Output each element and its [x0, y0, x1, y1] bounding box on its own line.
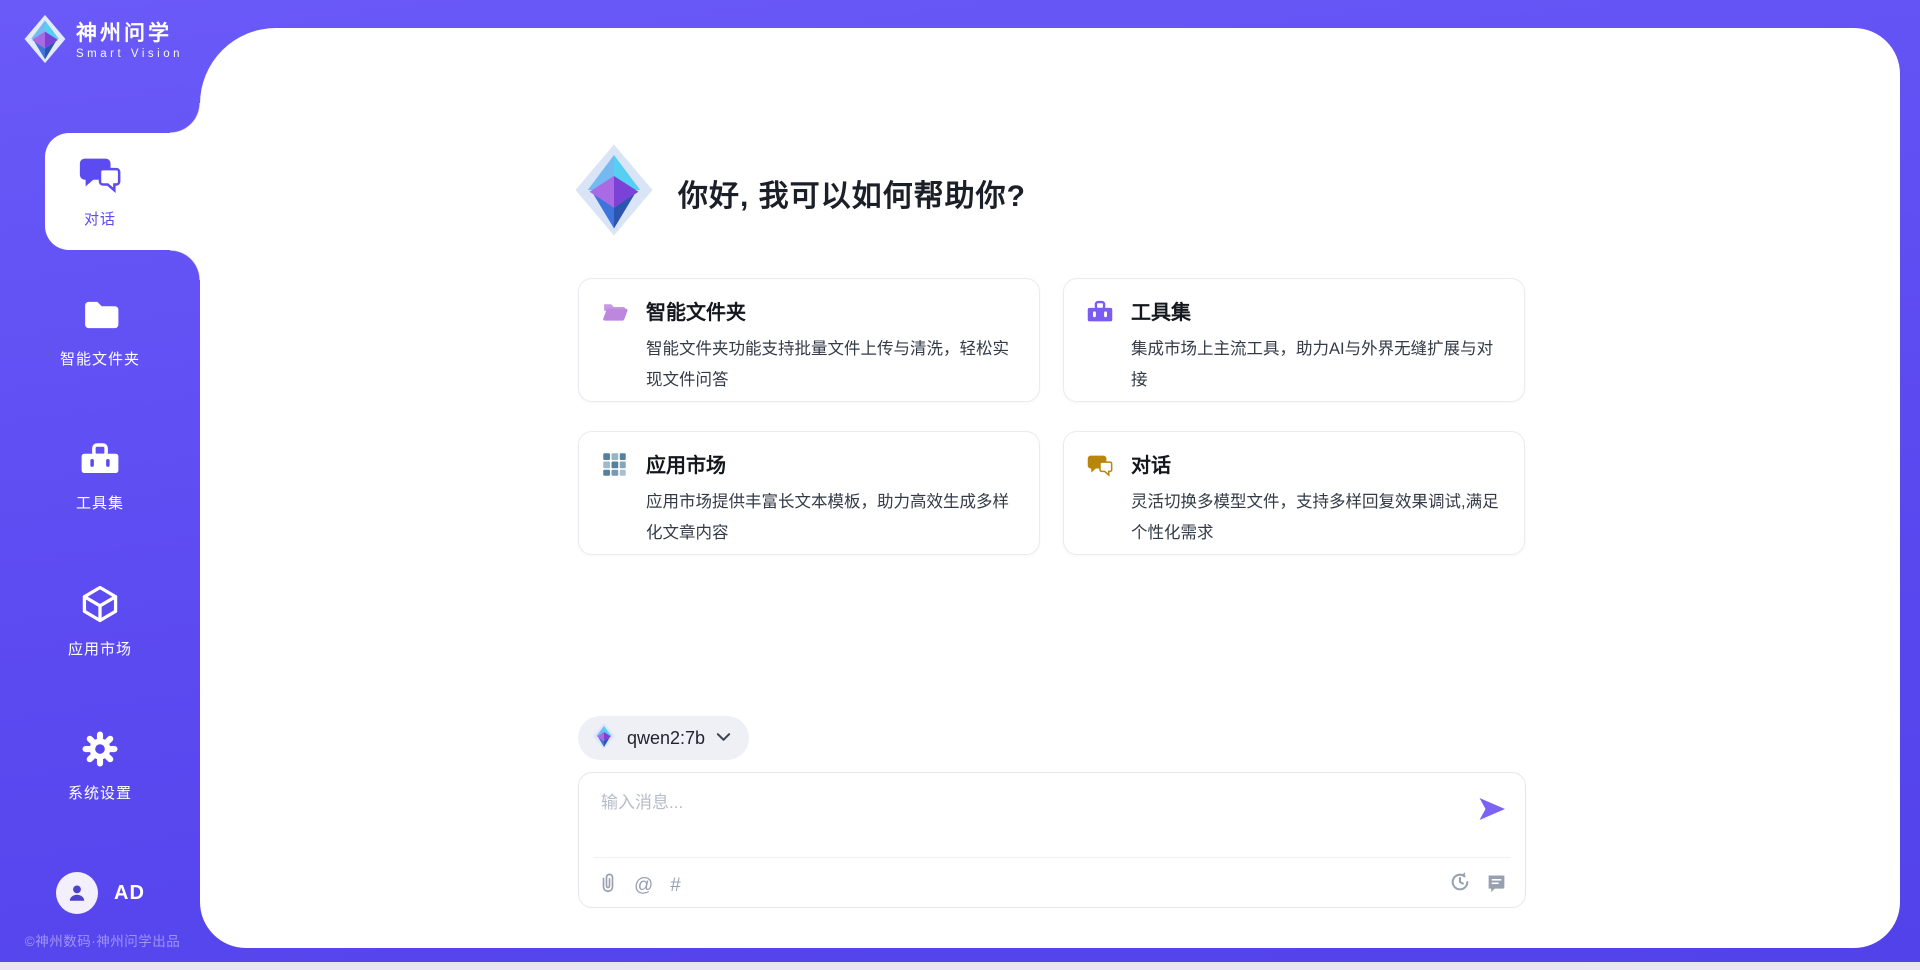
card-description: 集成市场上主流工具，助力AI与外界无缝扩展与对接: [1131, 334, 1502, 396]
folder-open-icon: [601, 296, 629, 384]
message-composer: @ #: [578, 772, 1526, 908]
card-title: 智能文件夹: [646, 296, 1017, 325]
model-diamond-icon: [592, 722, 616, 755]
card-chat[interactable]: 对话 灵活切换多模型文件，支持多样回复效果调试,满足个性化需求: [1063, 431, 1525, 555]
sidebar-item-app-market[interactable]: 应用市场: [25, 582, 175, 659]
sidebar-item-label: 智能文件夹: [25, 348, 175, 369]
composer-tools-right: [1449, 871, 1507, 898]
avatar[interactable]: [56, 872, 98, 914]
model-selector[interactable]: qwen2:7b: [578, 716, 749, 760]
card-smart-folder[interactable]: 智能文件夹 智能文件夹功能支持批量文件上传与清洗，轻松实现文件问答: [578, 278, 1040, 402]
feature-cards: 智能文件夹 智能文件夹功能支持批量文件上传与清洗，轻松实现文件问答 工具集 集成…: [578, 278, 1526, 555]
apps-grid-icon: [601, 449, 629, 537]
sidebar-item-label: 对话: [25, 208, 175, 229]
sidebar-item-label: 系统设置: [25, 782, 175, 803]
cube-icon: [78, 582, 122, 631]
hashtag-icon[interactable]: #: [670, 874, 681, 898]
model-name: qwen2:7b: [627, 728, 705, 749]
card-description: 灵活切换多模型文件，支持多样回复效果调试,满足个性化需求: [1131, 487, 1502, 549]
gear-icon: [79, 728, 121, 775]
brand-name-cn: 神州问学: [76, 23, 183, 44]
sidebar-item-label: 工具集: [25, 492, 175, 513]
tab-fillet-top: [170, 103, 200, 133]
greeting-diamond-icon: [572, 140, 656, 245]
sidebar-item-smart-folder[interactable]: 智能文件夹: [25, 294, 175, 369]
template-message-icon[interactable]: [1486, 872, 1507, 898]
attachment-icon[interactable]: [599, 871, 617, 900]
card-title: 工具集: [1131, 296, 1502, 325]
sidebar-item-label: 应用市场: [25, 638, 175, 659]
card-title: 对话: [1131, 449, 1502, 478]
bottom-strip: [0, 962, 1920, 970]
folder-icon: [79, 294, 121, 341]
copyright-text: ©神州数码·神州问学出品: [10, 930, 195, 950]
history-icon[interactable]: [1449, 871, 1471, 898]
chat-icon: [1086, 449, 1114, 537]
tab-fillet-bottom: [170, 250, 200, 280]
card-description: 应用市场提供丰富长文本模板，助力高效生成多样化文章内容: [646, 487, 1017, 549]
brand-name-en: Smart Vision: [76, 49, 183, 61]
card-description: 智能文件夹功能支持批量文件上传与清洗，轻松实现文件问答: [646, 334, 1017, 396]
app-root: 神州问学 Smart Vision 对话 智能文件夹: [0, 0, 1920, 970]
toolbox-icon: [1086, 296, 1114, 384]
brand-logo: 神州问学 Smart Vision: [22, 13, 183, 70]
message-input[interactable]: [601, 788, 1461, 846]
user-profile[interactable]: AD: [56, 872, 145, 914]
brand-text: 神州问学 Smart Vision: [76, 23, 183, 61]
chat-icon: [77, 150, 123, 201]
greeting-text: 你好, 我可以如何帮助你?: [678, 171, 1026, 215]
card-title: 应用市场: [646, 449, 1017, 478]
sidebar-item-chat[interactable]: 对话: [25, 150, 175, 229]
sidebar-item-settings[interactable]: 系统设置: [25, 728, 175, 803]
person-icon: [65, 881, 89, 905]
composer-divider: [593, 857, 1511, 858]
toolbox-icon: [79, 438, 121, 485]
greeting: 你好, 我可以如何帮助你?: [572, 140, 1026, 245]
sidebar-item-toolbox[interactable]: 工具集: [25, 438, 175, 513]
composer-tools-left: @ #: [599, 871, 681, 900]
send-icon[interactable]: [1477, 795, 1507, 823]
user-initials: AD: [114, 882, 145, 905]
brand-diamond-icon: [22, 13, 68, 70]
card-toolbox[interactable]: 工具集 集成市场上主流工具，助力AI与外界无缝扩展与对接: [1063, 278, 1525, 402]
chevron-down-icon: [716, 729, 731, 747]
mention-icon[interactable]: @: [634, 874, 653, 898]
card-app-market[interactable]: 应用市场 应用市场提供丰富长文本模板，助力高效生成多样化文章内容: [578, 431, 1040, 555]
